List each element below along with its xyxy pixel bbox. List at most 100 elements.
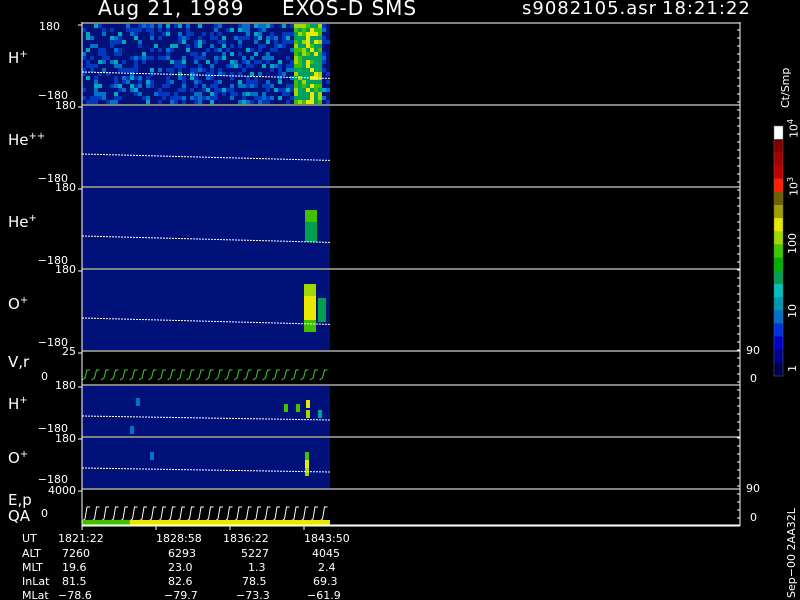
eph-cell: 69.3 [313, 575, 338, 588]
heat-cell [306, 32, 310, 36]
heat-cell [82, 96, 86, 100]
heat-cell [258, 28, 262, 32]
heat-cell [322, 36, 326, 40]
heat-cell [306, 24, 310, 28]
heat-cell [262, 64, 266, 68]
heat-cell [130, 84, 134, 88]
heat-cell [130, 76, 134, 80]
heat-cell [306, 28, 310, 32]
heat-cell [98, 48, 102, 52]
heat-cell [302, 80, 306, 84]
heat-cell [134, 60, 138, 64]
heat-cell [286, 100, 290, 104]
heat-cell [186, 32, 190, 36]
heat-cell [150, 68, 154, 72]
heat-cell [318, 100, 322, 104]
heat-cell [214, 88, 218, 92]
panel-label-he-pp: He++ [8, 131, 46, 149]
heat-cell [305, 210, 317, 214]
panel-o-plus2-data-area [82, 438, 330, 488]
heat-cell [250, 80, 254, 84]
heat-cell [326, 72, 330, 76]
heat-cell [318, 302, 326, 306]
heat-cell [254, 80, 258, 84]
heat-cell [310, 40, 314, 44]
heat-cell [270, 64, 274, 68]
heat-cell [214, 28, 218, 32]
heat-cell [194, 60, 198, 64]
heat-cell [298, 24, 302, 28]
heat-cell [158, 56, 162, 60]
heat-cell [250, 48, 254, 52]
heat-cell [182, 60, 186, 64]
heat-cell [250, 72, 254, 76]
heat-cell [134, 92, 138, 96]
heat-cell [310, 80, 314, 84]
heat-cell [214, 80, 218, 84]
heat-cell [246, 28, 250, 32]
heat-cell [318, 24, 322, 28]
heat-cell [286, 88, 290, 92]
heat-cell [222, 52, 226, 56]
heat-cell [210, 76, 214, 80]
colorbar-swatch [774, 310, 783, 324]
heat-cell [294, 96, 298, 100]
heat-cell [94, 76, 98, 80]
colorbar-tick-10000: 104 [786, 118, 800, 138]
heat-cell [114, 52, 118, 56]
heat-cell [150, 80, 154, 84]
eph-cell: 78.5 [242, 575, 267, 588]
heat-cell [266, 24, 270, 28]
heat-cell [266, 56, 270, 60]
heat-cell [286, 84, 290, 88]
heat-cell [94, 64, 98, 68]
heat-cell [86, 36, 90, 40]
heat-cell [162, 84, 166, 88]
heat-cell [274, 40, 278, 44]
heat-cell [314, 72, 318, 76]
panel-he-pp-data-area [82, 106, 330, 186]
colorbar-swatch [774, 244, 783, 259]
heat-cell [102, 48, 106, 52]
heat-cell [278, 88, 282, 92]
heat-cell [194, 76, 198, 80]
heat-cell [138, 84, 142, 88]
colorbar-tick-100: 100 [786, 233, 799, 254]
heat-cell [166, 56, 170, 60]
heat-cell [136, 398, 140, 406]
heat-cell [238, 64, 242, 68]
heat-cell [282, 44, 286, 48]
heat-cell [150, 48, 154, 52]
heat-cell [110, 28, 114, 32]
heat-cell [226, 48, 230, 52]
heat-cell [198, 36, 202, 40]
heat-cell [305, 452, 309, 460]
heat-cell [138, 40, 142, 44]
heat-cell [162, 32, 166, 36]
heat-cell [86, 60, 90, 64]
heat-cell [318, 36, 322, 40]
heat-cell [166, 28, 170, 32]
heat-cell [166, 24, 170, 28]
heat-cell [266, 80, 270, 84]
heat-cell [202, 88, 206, 92]
heat-cell [238, 24, 242, 28]
heat-cell [214, 48, 218, 52]
heat-cell [318, 56, 322, 60]
heat-cell [202, 32, 206, 36]
heat-cell [150, 24, 154, 28]
heat-cell [318, 96, 322, 100]
eph-row-name: ALT [22, 547, 41, 560]
ytick-hep-max: 180 [55, 181, 76, 194]
heat-cell [126, 76, 130, 80]
heat-cell [118, 48, 122, 52]
heat-cell [242, 68, 246, 72]
heat-cell [266, 52, 270, 56]
heat-cell [310, 44, 314, 48]
heat-cell [298, 72, 302, 76]
heat-cell [258, 24, 262, 28]
heat-cell [314, 88, 318, 92]
heat-cell [130, 32, 134, 36]
heat-cell [310, 56, 314, 60]
heat-cell [102, 96, 106, 100]
